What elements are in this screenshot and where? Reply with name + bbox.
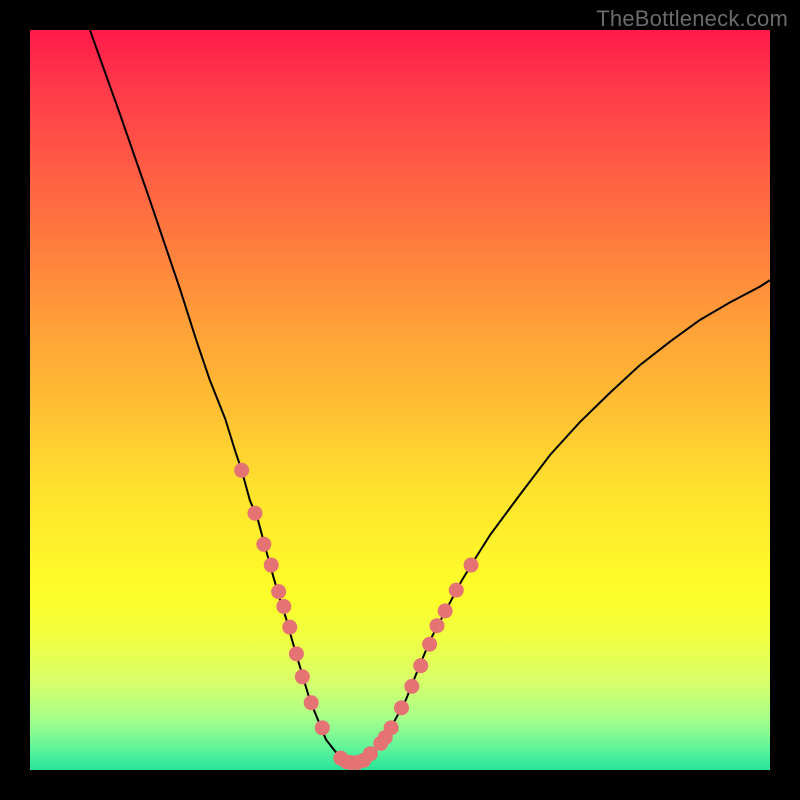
watermark-text: TheBottleneck.com [596,6,788,32]
data-dot [264,558,279,573]
data-dot [304,695,319,710]
chart-frame: TheBottleneck.com [0,0,800,800]
data-dot [247,506,262,521]
dots-group [234,463,478,770]
data-dot [384,720,399,735]
data-dot [234,463,249,478]
data-dot [438,603,453,618]
data-dot [449,583,464,598]
data-dot [413,658,428,673]
data-dot [295,669,310,684]
data-dot [422,637,437,652]
chart-overlay [30,30,770,770]
data-dot [315,720,330,735]
curve-line [90,30,770,763]
plot-area [30,30,770,770]
data-dot [430,618,445,633]
data-dot [276,599,291,614]
data-dot [404,679,419,694]
data-dot [289,646,304,661]
data-dot [256,537,271,552]
data-dot [394,700,409,715]
data-dot [464,558,479,573]
data-dot [271,584,286,599]
data-dot [282,620,297,635]
